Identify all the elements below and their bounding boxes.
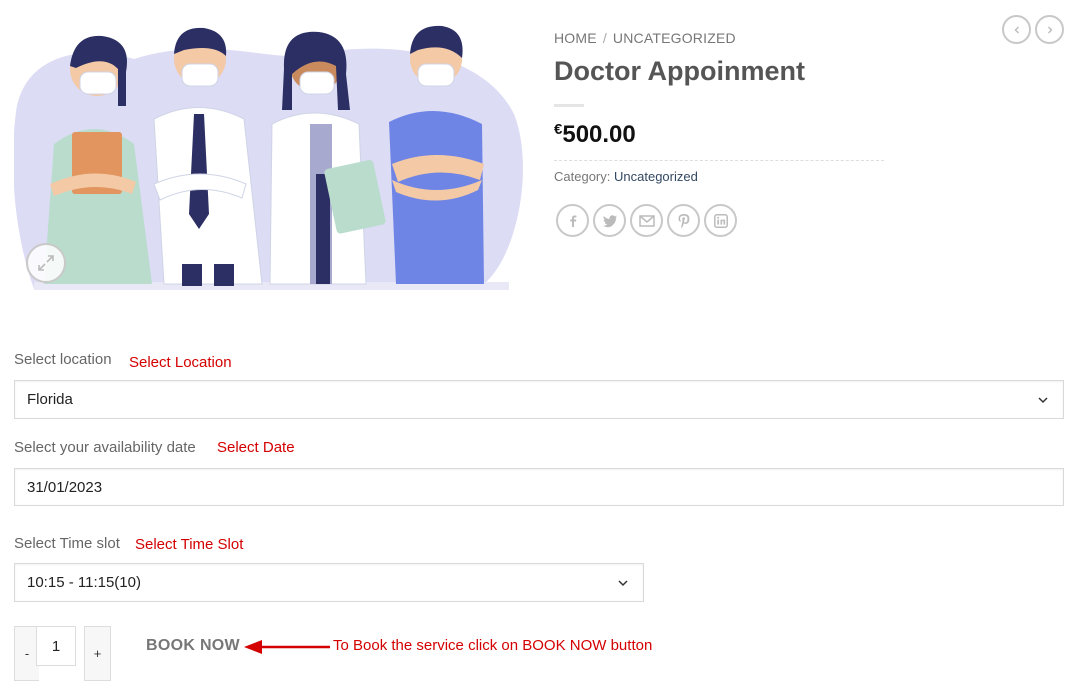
date-hint: Select Date [217, 439, 295, 456]
title-divider [554, 104, 584, 107]
quantity-input[interactable]: 1 [36, 626, 76, 666]
product-image[interactable] [13, 14, 526, 294]
date-input[interactable]: 31/01/2023 [14, 468, 1064, 506]
share-facebook-button[interactable] [556, 204, 589, 237]
price-divider [554, 160, 884, 161]
annotation-arrow-icon [244, 640, 330, 654]
chevron-down-icon [1038, 396, 1048, 403]
product-category: Category: Uncategorized [554, 169, 698, 184]
facebook-icon [569, 215, 576, 227]
previous-product-button[interactable] [1002, 15, 1031, 44]
category-label: Category: [554, 169, 611, 184]
breadcrumb-category-link[interactable]: UNCATEGORIZED [613, 30, 736, 46]
pinterest-icon [678, 213, 689, 228]
share-email-button[interactable] [630, 204, 663, 237]
linkedin-icon [713, 213, 728, 228]
book-now-button[interactable]: BOOK NOW [146, 637, 240, 655]
chevron-right-icon [1047, 26, 1052, 33]
time-slot-label: Select Time slot [14, 535, 120, 552]
zoom-button[interactable] [26, 243, 66, 283]
category-link[interactable]: Uncategorized [614, 169, 698, 184]
location-label: Select location [14, 351, 112, 368]
location-select[interactable]: Florida [14, 380, 1064, 419]
location-selected-value: Florida [27, 391, 73, 408]
expand-icon [38, 255, 54, 271]
time-slot-selected-value: 10:15 - 11:15(10) [27, 574, 141, 591]
email-icon [638, 214, 655, 227]
chevron-left-icon [1014, 26, 1019, 33]
twitter-icon [602, 214, 617, 227]
share-icons [556, 204, 737, 237]
date-value: 31/01/2023 [27, 478, 103, 496]
share-pinterest-button[interactable] [667, 204, 700, 237]
next-product-button[interactable] [1035, 15, 1064, 44]
product-price: €500.00 [554, 121, 636, 149]
price-amount: 500.00 [562, 121, 636, 148]
product-title: Doctor Appoinment [554, 56, 805, 86]
book-now-hint: To Book the service click on BOOK NOW bu… [333, 637, 653, 654]
time-slot-select[interactable]: 10:15 - 11:15(10) [14, 563, 644, 602]
share-twitter-button[interactable] [593, 204, 626, 237]
time-slot-hint: Select Time Slot [135, 536, 244, 553]
location-hint: Select Location [129, 354, 232, 371]
date-label: Select your availability date [14, 439, 196, 456]
chevron-down-icon [618, 579, 628, 586]
breadcrumb-home-link[interactable]: HOME [554, 30, 597, 46]
breadcrumb-separator: / [602, 30, 607, 46]
doctors-illustration [13, 25, 523, 290]
breadcrumb: HOME / UNCATEGORIZED [554, 30, 736, 46]
share-linkedin-button[interactable] [704, 204, 737, 237]
quantity-increase-button[interactable]: + [84, 626, 111, 681]
